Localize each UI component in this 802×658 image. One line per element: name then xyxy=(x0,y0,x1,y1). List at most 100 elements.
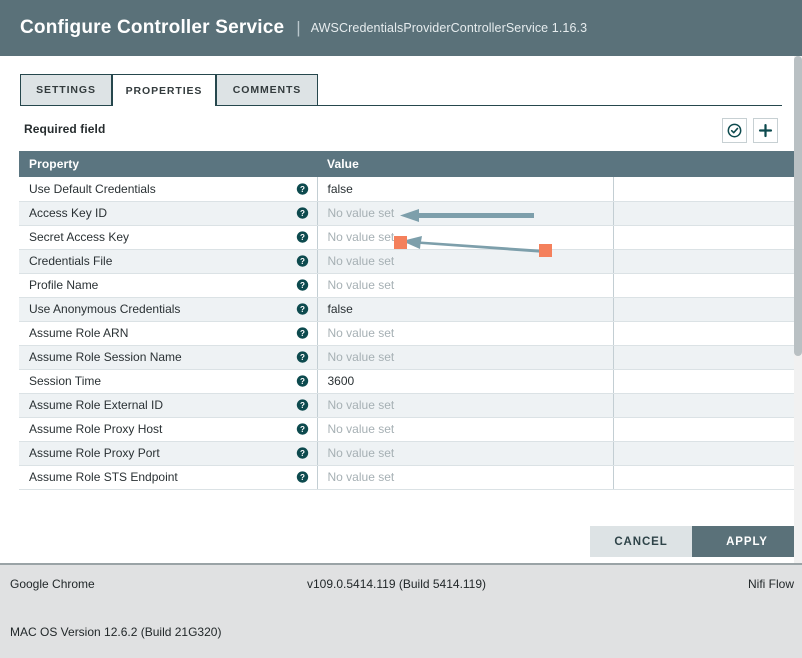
property-name-cell: Secret Access Key? xyxy=(19,225,318,250)
help-circle-icon[interactable]: ? xyxy=(296,279,309,292)
tab-properties[interactable]: PROPERTIES xyxy=(112,74,216,106)
property-value-cell[interactable]: No value set xyxy=(317,465,614,490)
tab-comments[interactable]: COMMENTS xyxy=(216,74,318,105)
property-value-cell[interactable]: false xyxy=(317,177,614,202)
table-row[interactable]: Assume Role STS Endpoint? No value set xyxy=(19,465,802,490)
property-value-cell[interactable]: false xyxy=(317,297,614,322)
property-name-cell: Assume Role External ID? xyxy=(19,393,318,418)
dialog-header: Configure Controller Service | AWSCreden… xyxy=(0,0,802,56)
property-extra-cell xyxy=(613,297,802,322)
table-row[interactable]: Use Anonymous Credentials? false xyxy=(19,297,802,322)
help-circle-icon[interactable]: ? xyxy=(296,303,309,316)
property-name-label: Assume Role Session Name xyxy=(29,350,182,364)
svg-text:?: ? xyxy=(300,305,305,314)
table-row[interactable]: Secret Access Key? No value set xyxy=(19,225,802,250)
svg-text:?: ? xyxy=(300,473,305,482)
property-value-cell[interactable]: 3600 xyxy=(317,369,614,394)
property-extra-cell xyxy=(613,321,802,346)
property-extra-cell xyxy=(613,345,802,370)
column-header-property: Property xyxy=(19,151,317,177)
verify-properties-button[interactable] xyxy=(722,118,747,143)
property-value-cell[interactable]: No value set xyxy=(317,393,614,418)
application-name: Nifi Flow xyxy=(747,577,794,591)
property-extra-cell xyxy=(613,369,802,394)
help-circle-icon[interactable]: ? xyxy=(296,471,309,484)
svg-text:?: ? xyxy=(300,401,305,410)
help-circle-icon[interactable]: ? xyxy=(296,375,309,388)
property-value-cell[interactable]: No value set xyxy=(317,201,614,226)
property-value-cell[interactable]: No value set xyxy=(317,321,614,346)
tab-comments-label: COMMENTS xyxy=(232,84,302,96)
table-row[interactable]: Assume Role Proxy Host? No value set xyxy=(19,417,802,442)
property-name-cell: Profile Name? xyxy=(19,273,318,298)
svg-text:?: ? xyxy=(300,209,305,218)
operating-system-version: MAC OS Version 12.6.2 (Build 21G320) xyxy=(10,625,222,639)
property-value-cell[interactable]: No value set xyxy=(317,273,614,298)
help-circle-icon[interactable]: ? xyxy=(296,182,309,195)
infobar-divider xyxy=(0,563,802,565)
page-title: Configure Controller Service xyxy=(20,17,285,38)
property-value-cell[interactable]: No value set xyxy=(317,249,614,274)
property-name-label: Session Time xyxy=(29,374,102,388)
property-value-cell[interactable]: No value set xyxy=(317,345,614,370)
table-row[interactable]: Assume Role External ID? No value set xyxy=(19,393,802,418)
property-name-cell: Assume Role Session Name? xyxy=(19,345,318,370)
help-circle-icon[interactable]: ? xyxy=(296,255,309,268)
svg-text:?: ? xyxy=(300,425,305,434)
properties-table-body: Use Default Credentials? false Access Key … xyxy=(19,177,802,490)
tab-settings[interactable]: SETTINGS xyxy=(20,74,112,105)
svg-text:?: ? xyxy=(300,449,305,458)
help-circle-icon[interactable]: ? xyxy=(296,351,309,364)
browser-version: v109.0.5414.119 (Build 5414.119) xyxy=(307,577,487,591)
environment-info-bar: Google Chrome v109.0.5414.119 (Build 541… xyxy=(0,563,802,658)
svg-text:?: ? xyxy=(300,233,305,242)
table-row[interactable]: Assume Role Proxy Port? No value set xyxy=(19,441,802,466)
property-value-cell[interactable]: No value set xyxy=(317,225,614,250)
property-name-label: Assume Role Proxy Port xyxy=(29,446,160,460)
check-circle-icon xyxy=(727,123,742,138)
help-circle-icon[interactable]: ? xyxy=(296,327,309,340)
property-value-cell[interactable]: No value set xyxy=(317,417,614,442)
svg-text:?: ? xyxy=(300,281,305,290)
table-row[interactable]: Access Key ID? No value set xyxy=(19,201,802,226)
table-row[interactable]: Use Default Credentials? false xyxy=(19,177,802,202)
property-name-cell: Credentials File? xyxy=(19,249,318,274)
table-row[interactable]: Assume Role Session Name? No value set xyxy=(19,345,802,370)
help-circle-icon[interactable]: ? xyxy=(296,399,309,412)
properties-table: Property Value Use Default Credentials? f… xyxy=(19,151,802,490)
property-name-cell: Assume Role ARN? xyxy=(19,321,318,346)
property-name-label: Use Default Credentials xyxy=(29,181,156,196)
help-circle-icon[interactable]: ? xyxy=(296,207,309,220)
svg-text:?: ? xyxy=(300,377,305,386)
svg-text:?: ? xyxy=(300,257,305,266)
cancel-button[interactable]: CANCEL xyxy=(590,526,692,557)
property-extra-cell xyxy=(613,177,802,202)
table-row[interactable]: Credentials File? No value set xyxy=(19,249,802,274)
property-extra-cell xyxy=(613,417,802,442)
property-name-label: Assume Role External ID xyxy=(29,398,164,412)
table-row[interactable]: Session Time? 3600 xyxy=(19,369,802,394)
tab-properties-label: PROPERTIES xyxy=(125,84,203,97)
cancel-button-label: CANCEL xyxy=(614,535,668,548)
property-name-cell: Access Key ID? xyxy=(19,201,318,226)
property-extra-cell xyxy=(613,201,802,226)
table-row[interactable]: Profile Name? No value set xyxy=(19,273,802,298)
add-property-button[interactable] xyxy=(753,118,778,143)
property-name-cell: Assume Role STS Endpoint? xyxy=(19,465,318,490)
property-name-label: Credentials File xyxy=(29,254,113,268)
help-circle-icon[interactable]: ? xyxy=(296,231,309,244)
apply-button[interactable]: APPLY xyxy=(692,526,802,557)
title-separator: | xyxy=(296,18,301,37)
help-circle-icon[interactable]: ? xyxy=(296,447,309,460)
browser-name: Google Chrome xyxy=(10,577,95,591)
dialog-scrollbar-thumb[interactable] xyxy=(794,56,802,356)
table-header-row: Property Value xyxy=(19,151,802,177)
table-row[interactable]: Assume Role ARN? No value set xyxy=(19,321,802,346)
screen: Configure Controller Service | AWSCreden… xyxy=(0,0,802,658)
property-name-cell: Use Default Credentials? xyxy=(19,177,318,202)
property-name-label: Access Key ID xyxy=(29,206,108,220)
help-circle-icon[interactable]: ? xyxy=(296,423,309,436)
svg-text:?: ? xyxy=(300,329,305,338)
property-name-cell: Assume Role Proxy Port? xyxy=(19,441,318,466)
property-value-cell[interactable]: No value set xyxy=(317,441,614,466)
